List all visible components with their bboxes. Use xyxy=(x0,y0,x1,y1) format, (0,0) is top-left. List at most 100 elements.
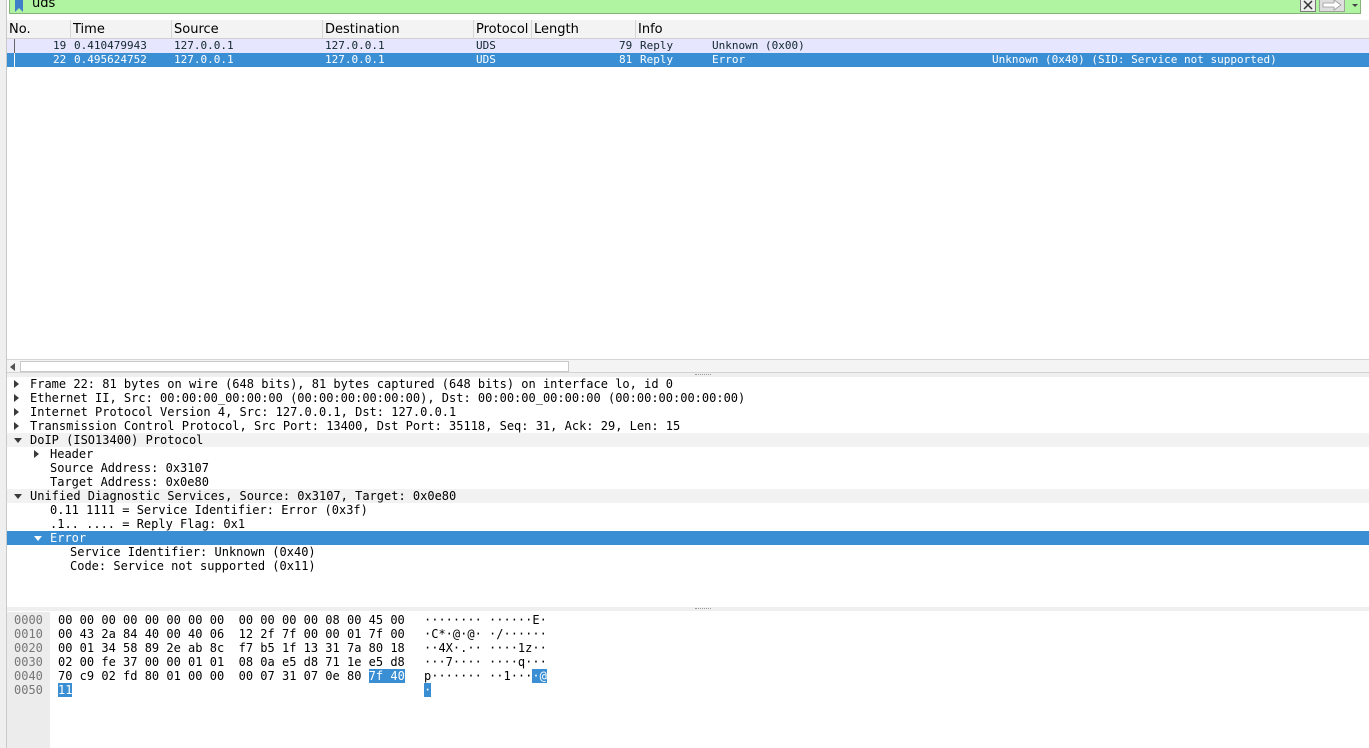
tree-item[interactable]: Service Identifier: Unknown (0x40) xyxy=(7,545,1369,559)
bookmark-icon[interactable] xyxy=(12,0,26,13)
bytes-row[interactable]: 0030 02 00 fe 37 00 00 01 01 08 0a e5 d8 … xyxy=(7,655,1369,669)
packet-destination: 127.0.0.1 xyxy=(325,53,385,66)
packet-bytes-pane[interactable]: 0000 00 00 00 00 00 00 00 00 00 00 00 00 … xyxy=(7,612,1369,748)
tree-item[interactable]: Frame 22: 81 bytes on wire (648 bits), 8… xyxy=(7,377,1369,391)
tree-item-label: Ethernet II, Src: 00:00:00_00:00:00 (00:… xyxy=(30,391,746,405)
window-left-edge xyxy=(0,0,7,748)
hex-bytes-highlight: 11 xyxy=(58,683,73,697)
expander-closed-icon[interactable] xyxy=(14,422,19,430)
packet-source: 127.0.0.1 xyxy=(174,53,234,66)
scroll-left-arrow-icon[interactable] xyxy=(10,363,15,371)
packet-destination: 127.0.0.1 xyxy=(325,39,385,52)
packet-row-selected[interactable]: 22 0.495624752 127.0.0.1 127.0.0.1 UDS 8… xyxy=(7,53,1369,67)
column-header-no[interactable]: No. xyxy=(7,20,71,39)
byte-offset: 0010 xyxy=(14,627,43,641)
packet-list-header: No. Time Source Destination Protocol Len… xyxy=(7,20,1369,39)
packet-time: 0.495624752 xyxy=(74,53,147,66)
hex-bytes[interactable]: 00 43 2a 84 40 00 40 06 12 2f 7f 00 00 0… xyxy=(58,627,405,641)
ascii-bytes-highlight: · xyxy=(424,683,432,697)
tree-item[interactable]: Header xyxy=(7,447,1369,461)
ascii-bytes[interactable]: ········ ······E· xyxy=(424,613,547,627)
tree-item-label: Header xyxy=(50,447,94,461)
hex-bytes-text: 00 43 2a 84 40 00 40 06 12 2f 7f 00 00 0… xyxy=(58,627,405,641)
tree-item[interactable]: Transmission Control Protocol, Src Port:… xyxy=(7,419,1369,433)
expander-closed-icon[interactable] xyxy=(34,450,39,458)
expander-open-icon[interactable] xyxy=(14,494,22,499)
filter-history-dropdown-icon[interactable] xyxy=(1350,0,1360,12)
tree-item[interactable]: 0.11 1111 = Service Identifier: Error (0… xyxy=(7,503,1369,517)
tree-item[interactable]: DoIP (ISO13400) Protocol xyxy=(7,433,1369,447)
packet-info-service: Error xyxy=(712,53,746,66)
hex-bytes[interactable]: 11 xyxy=(58,683,73,697)
bytes-row[interactable]: 0010 00 43 2a 84 40 00 40 06 12 2f 7f 00 … xyxy=(7,627,1369,641)
hex-bytes[interactable]: 00 01 34 58 89 2e ab 8c f7 b5 1f 13 31 7… xyxy=(58,641,405,655)
related-packet-marker xyxy=(14,53,15,67)
packet-source: 127.0.0.1 xyxy=(174,39,234,52)
ascii-bytes-text: ···7···· ····q··· xyxy=(424,655,547,669)
tree-item-selected[interactable]: Error xyxy=(7,531,1369,545)
bytes-row[interactable]: 0000 00 00 00 00 00 00 00 00 00 00 00 00 … xyxy=(7,613,1369,627)
packet-length: 81 xyxy=(619,53,633,66)
tree-item[interactable]: Ethernet II, Src: 00:00:00_00:00:00 (00:… xyxy=(7,391,1369,405)
display-filter-input[interactable]: uds xyxy=(32,0,55,11)
tree-item[interactable]: Target Address: 0x0e80 xyxy=(7,475,1369,489)
expander-open-icon[interactable] xyxy=(34,536,42,541)
hex-bytes-text: 00 00 00 00 00 00 00 00 00 00 00 00 08 0… xyxy=(58,613,405,627)
bytes-row[interactable]: 0050 11 · xyxy=(7,683,1369,697)
clear-filter-icon[interactable] xyxy=(1300,0,1316,12)
tree-item-label: .1.. .... = Reply Flag: 0x1 xyxy=(50,517,246,531)
tree-item[interactable]: Code: Service not supported (0x11) xyxy=(7,559,1369,573)
packet-protocol: UDS xyxy=(476,39,496,52)
related-packet-marker xyxy=(14,39,15,53)
ascii-bytes[interactable]: · xyxy=(424,683,432,697)
hex-bytes[interactable]: 00 00 00 00 00 00 00 00 00 00 00 00 08 0… xyxy=(58,613,405,627)
tree-item-label: Frame 22: 81 bytes on wire (648 bits), 8… xyxy=(30,377,673,391)
hex-bytes-text: 70 c9 02 fd 80 01 00 00 00 07 31 07 0e 8… xyxy=(58,669,369,683)
column-header-source[interactable]: Source xyxy=(172,20,323,39)
expander-open-icon[interactable] xyxy=(14,438,22,443)
column-header-length[interactable]: Length xyxy=(532,20,636,39)
ascii-bytes[interactable]: p······· ··1····@ xyxy=(424,669,547,683)
display-filter-bar[interactable]: uds xyxy=(9,0,1361,14)
packet-list-horizontal-scrollbar[interactable] xyxy=(7,359,1369,373)
tree-item[interactable]: Internet Protocol Version 4, Src: 127.0.… xyxy=(7,405,1369,419)
ascii-bytes-text: p······· ··1··· xyxy=(424,669,533,683)
ascii-bytes-text: ··4X·.·· ····1z·· xyxy=(424,641,547,655)
splitter-grip-icon xyxy=(695,608,711,610)
tree-item[interactable]: Source Address: 0x3107 xyxy=(7,461,1369,475)
column-header-protocol[interactable]: Protocol xyxy=(474,20,532,39)
byte-offset: 0040 xyxy=(14,669,43,683)
ascii-bytes[interactable]: ···7···· ····q··· xyxy=(424,655,547,669)
expander-closed-icon[interactable] xyxy=(14,380,19,388)
hex-bytes-text: 02 00 fe 37 00 00 01 01 08 0a e5 d8 71 1… xyxy=(58,655,405,669)
tree-item-label: Internet Protocol Version 4, Src: 127.0.… xyxy=(30,405,457,419)
scrollbar-thumb[interactable] xyxy=(20,361,569,372)
pane-splitter-bottom[interactable] xyxy=(7,607,1369,611)
hex-bytes[interactable]: 02 00 fe 37 00 00 01 01 08 0a e5 d8 71 1… xyxy=(58,655,405,669)
expander-closed-icon[interactable] xyxy=(14,394,19,402)
ascii-bytes-text: ·C*·@·@· ·/······ xyxy=(424,627,547,641)
packet-protocol: UDS xyxy=(476,53,496,66)
tree-item[interactable]: .1.. .... = Reply Flag: 0x1 xyxy=(7,517,1369,531)
expander-closed-icon[interactable] xyxy=(14,408,19,416)
tree-item-label: Service Identifier: Unknown (0x40) xyxy=(70,545,316,559)
ascii-bytes[interactable]: ··4X·.·· ····1z·· xyxy=(424,641,547,655)
packet-info-service: Unknown (0x00) xyxy=(712,39,805,52)
tree-item-label: Target Address: 0x0e80 xyxy=(50,475,209,489)
packet-details-pane[interactable]: Frame 22: 81 bytes on wire (648 bits), 8… xyxy=(7,377,1369,607)
column-header-time[interactable]: Time xyxy=(71,20,172,39)
hex-bytes[interactable]: 70 c9 02 fd 80 01 00 00 00 07 31 07 0e 8… xyxy=(58,669,405,683)
packet-list-pane[interactable]: No. Time Source Destination Protocol Len… xyxy=(7,20,1369,362)
column-header-destination[interactable]: Destination xyxy=(323,20,474,39)
column-header-info[interactable]: Info xyxy=(636,20,1369,39)
tree-item[interactable]: Unified Diagnostic Services, Source: 0x3… xyxy=(7,489,1369,503)
bytes-row[interactable]: 0040 70 c9 02 fd 80 01 00 00 00 07 31 07 … xyxy=(7,669,1369,683)
bytes-row[interactable]: 0020 00 01 34 58 89 2e ab 8c f7 b5 1f 13 … xyxy=(7,641,1369,655)
tree-item-label: Unified Diagnostic Services, Source: 0x3… xyxy=(30,489,457,503)
ascii-bytes-text: ········ ······E· xyxy=(424,613,547,627)
packet-info-detail: Unknown (0x40) (SID: Service not support… xyxy=(992,53,1277,66)
packet-row[interactable]: 19 0.410479943 127.0.0.1 127.0.0.1 UDS 7… xyxy=(7,39,1369,53)
packet-no: 22 xyxy=(53,53,67,66)
ascii-bytes[interactable]: ·C*·@·@· ·/······ xyxy=(424,627,547,641)
apply-filter-arrow-icon[interactable] xyxy=(1319,0,1345,12)
